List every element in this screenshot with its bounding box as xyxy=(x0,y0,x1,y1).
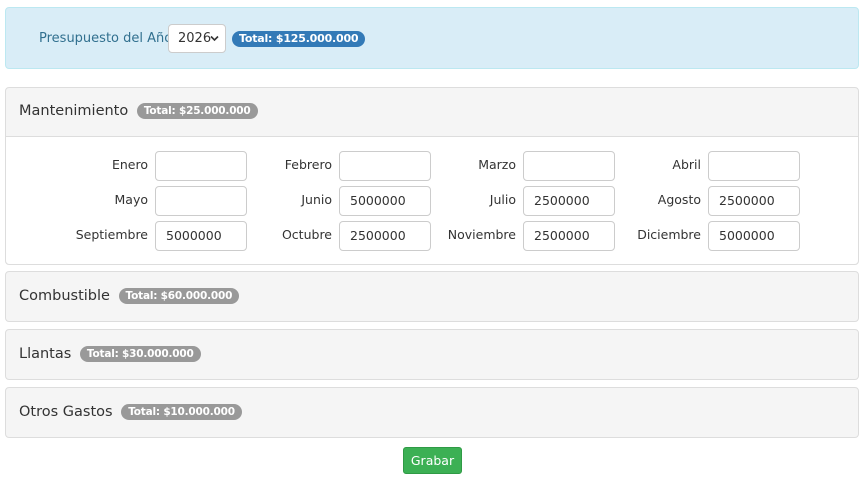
month-input-junio[interactable]: 5000000 xyxy=(339,186,431,216)
year-total-badge: Total: $125.000.000 xyxy=(232,31,366,47)
panel-total-badge: Total: $60.000.000 xyxy=(118,288,240,304)
save-button[interactable]: Grabar xyxy=(403,447,462,474)
panel-header-mantenimiento[interactable]: Mantenimiento Total: $25.000.000 xyxy=(6,88,858,136)
panel-title-text: Combustible xyxy=(19,288,110,304)
month-label-agosto: Agosto xyxy=(657,192,701,207)
month-label-abril: Abril xyxy=(672,157,701,172)
panel-title: Combustible Total: $60.000.000 xyxy=(19,288,240,304)
panel-title: Mantenimiento Total: $25.000.000 xyxy=(19,103,258,119)
month-input-enero[interactable] xyxy=(155,151,247,181)
month-label-junio: Junio xyxy=(301,192,332,207)
panel-title-text: Mantenimiento xyxy=(19,103,129,119)
month-label-octubre: Octubre xyxy=(281,227,332,242)
month-label-septiembre: Septiembre xyxy=(75,227,148,242)
panel-header-combustible[interactable]: Combustible Total: $60.000.000 xyxy=(6,272,858,320)
panel-total-badge: Total: $30.000.000 xyxy=(79,346,201,362)
month-label-noviembre: Noviembre xyxy=(447,227,516,242)
panel-combustible: Combustible Total: $60.000.000 xyxy=(5,271,859,322)
month-label-enero: Enero xyxy=(111,157,148,172)
panel-otros-gastos: Otros Gastos Total: $10.000.000 xyxy=(5,387,859,438)
month-label-marzo: Marzo xyxy=(478,157,516,172)
month-label-julio: Julio xyxy=(489,192,516,207)
month-input-octubre[interactable]: 2500000 xyxy=(339,221,431,251)
month-label-diciembre: Diciembre xyxy=(637,227,701,242)
month-input-febrero[interactable] xyxy=(339,151,431,181)
month-grid: Enero Febrero Marzo Abril Mayo Junio 500… xyxy=(6,136,858,264)
panel-total-badge: Total: $10.000.000 xyxy=(121,404,242,420)
panel-title-text: Otros Gastos xyxy=(19,404,113,420)
month-input-agosto[interactable]: 2500000 xyxy=(708,186,800,216)
month-label-febrero: Febrero xyxy=(284,157,332,172)
month-input-marzo[interactable] xyxy=(523,151,615,181)
panel-title: Otros Gastos Total: $10.000.000 xyxy=(19,404,242,420)
month-input-septiembre[interactable]: 5000000 xyxy=(155,221,247,251)
month-input-julio[interactable]: 2500000 xyxy=(523,186,615,216)
panel-total-badge: Total: $25.000.000 xyxy=(136,103,258,119)
panel-title: Llantas Total: $30.000.000 xyxy=(19,346,201,362)
year-label: Presupuesto del Año xyxy=(39,31,173,46)
month-input-diciembre[interactable]: 5000000 xyxy=(708,221,800,251)
year-select-value: 2026 xyxy=(178,31,212,46)
year-budget-bar: Presupuesto del Año 2026 Total: $125.000… xyxy=(5,7,859,69)
month-label-mayo: Mayo xyxy=(114,192,149,207)
panel-header-llantas[interactable]: Llantas Total: $30.000.000 xyxy=(6,330,858,378)
panel-header-otros-gastos[interactable]: Otros Gastos Total: $10.000.000 xyxy=(6,388,858,436)
year-select[interactable]: 2026 xyxy=(168,24,226,53)
chevron-down-icon xyxy=(210,25,219,63)
month-input-mayo[interactable] xyxy=(155,186,247,216)
panel-title-text: Llantas xyxy=(19,346,72,362)
month-input-noviembre[interactable]: 2500000 xyxy=(523,221,615,251)
month-input-abril[interactable] xyxy=(708,151,800,181)
panel-llantas: Llantas Total: $30.000.000 xyxy=(5,329,859,380)
panel-mantenimiento: Mantenimiento Total: $25.000.000 Enero F… xyxy=(5,87,859,265)
